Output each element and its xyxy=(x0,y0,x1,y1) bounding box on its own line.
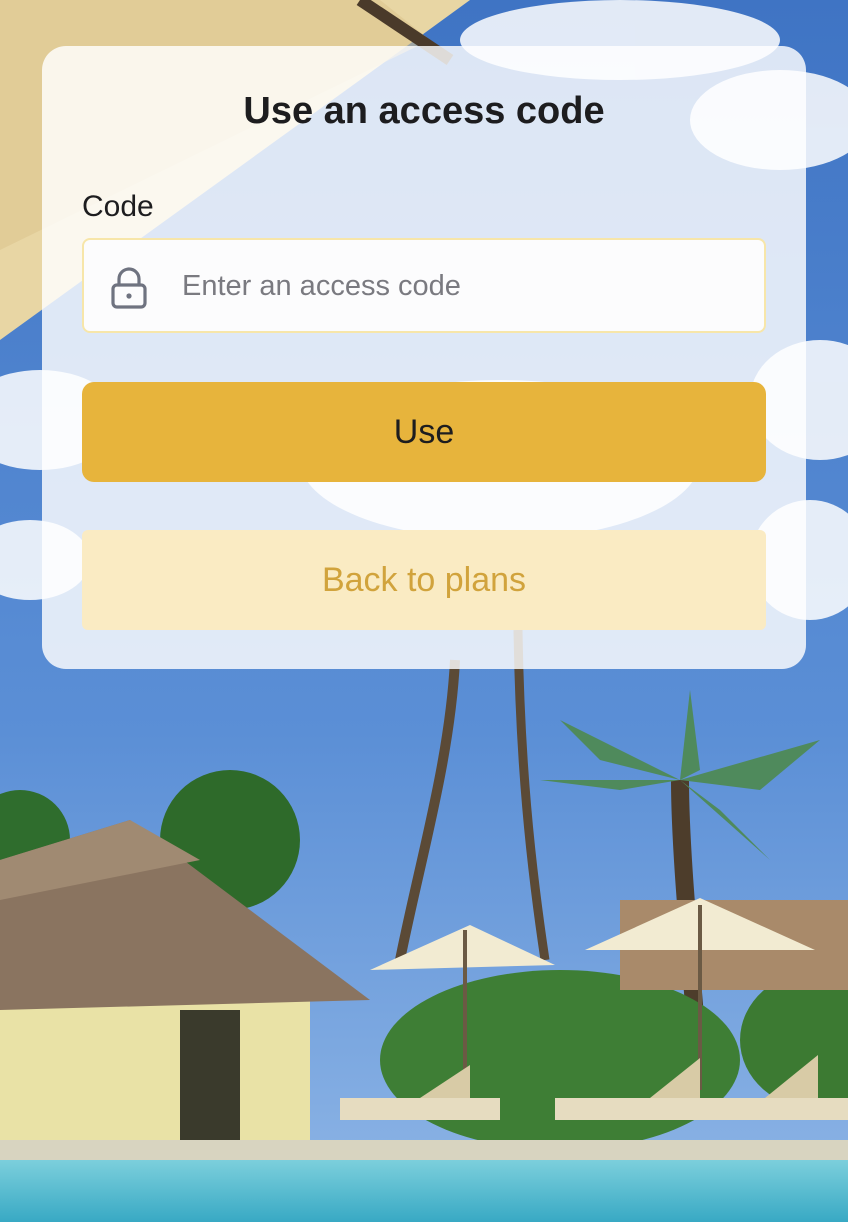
use-button[interactable]: Use xyxy=(82,382,766,482)
lock-icon xyxy=(111,267,147,309)
dialog-title: Use an access code xyxy=(243,90,605,132)
code-field[interactable] xyxy=(82,238,766,333)
access-code-input[interactable] xyxy=(180,240,744,333)
back-to-plans-button[interactable]: Back to plans xyxy=(82,530,766,630)
code-label: Code xyxy=(82,190,154,223)
